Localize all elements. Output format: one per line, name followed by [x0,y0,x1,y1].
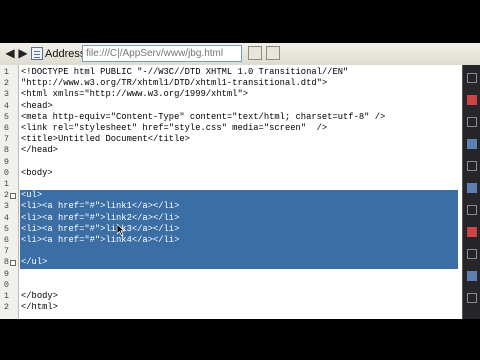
panel-icon[interactable] [467,293,477,303]
code-line[interactable]: </body> [20,291,462,302]
line-number: 0 [3,279,9,290]
line-number: 1 [3,67,9,77]
code-line[interactable] [20,157,462,168]
line-number: 5 [3,223,9,234]
code-line[interactable]: <head> [20,101,462,112]
code-line[interactable]: </head> [20,145,462,156]
code-line[interactable] [20,269,462,280]
document-icon [31,47,43,60]
line-number: 2 [3,190,9,201]
line-number: 3 [3,201,9,212]
line-number: 6 [3,235,9,245]
line-number: 6 [3,123,9,133]
panel-icon[interactable] [467,183,477,193]
code-lines[interactable]: <!DOCTYPE html PUBLIC "-//W3C//DTD XHTML… [20,65,462,319]
panel-icon[interactable] [467,117,477,127]
code-line[interactable]: <body> [20,168,462,179]
line-number: 5 [3,111,9,122]
code-line[interactable]: <link rel="stylesheet" href="style.css" … [20,123,462,134]
code-line[interactable] [20,179,462,190]
line-number: 3 [3,89,9,100]
line-number: 8 [3,145,9,156]
code-line[interactable]: </ul> [20,257,458,269]
dreamweaver-window: ◀ ▶ Address: file:///C|/AppServ/www/jbg.… [0,0,480,360]
line-number: 8 [3,257,9,268]
line-number: 4 [3,100,9,111]
back-arrow-icon[interactable]: ◀ [3,46,17,60]
panel-icon[interactable] [467,227,477,237]
right-panel [462,65,480,319]
code-line[interactable]: <li><a href="#">link3</a></li> [20,223,458,235]
panel-icon[interactable] [467,271,477,281]
view-options-icon[interactable] [248,46,262,60]
line-number: 7 [3,246,9,257]
code-line[interactable] [20,246,458,258]
code-line[interactable] [20,280,462,291]
visual-aids-icon[interactable] [266,46,280,60]
code-line[interactable]: "http://www.w3.org/TR/xhtml1/DTD/xhtml1-… [20,78,462,89]
line-number-gutter: 1234567890123456789012 [0,65,19,319]
panel-icon[interactable] [467,73,477,83]
line-number: 2 [3,302,9,313]
code-editor[interactable]: 1234567890123456789012 <!DOCTYPE html PU… [0,65,462,319]
panel-icon[interactable] [467,139,477,149]
line-number: 2 [3,78,9,89]
code-line[interactable]: <title>Untitled Document</title> [20,134,462,145]
code-fold-icon[interactable] [10,259,16,266]
code-line[interactable]: <li><a href="#">link2</a></li> [20,212,458,224]
address-input[interactable]: file:///C|/AppServ/www/jbg.html [82,45,242,62]
mouse-cursor-icon [117,224,125,236]
code-line[interactable]: <!DOCTYPE html PUBLIC "-//W3C//DTD XHTML… [20,67,462,78]
line-number: 7 [3,134,9,145]
line-number: 9 [3,268,9,279]
panel-icon[interactable] [467,249,477,259]
line-number: 1 [3,179,9,189]
code-line[interactable]: <li><a href="#">link4</a></li> [20,235,458,247]
line-number: 4 [3,212,9,223]
code-line[interactable]: <li><a href="#">link1</a></li> [20,201,458,213]
forward-arrow-icon[interactable]: ▶ [16,46,30,60]
panel-icon[interactable] [467,161,477,171]
code-line[interactable]: <meta http-equiv="Content-Type" content=… [20,112,462,123]
line-number: 1 [3,291,9,301]
code-line[interactable]: <html xmlns="http://www.w3.org/1999/xhtm… [20,89,462,100]
line-number: 0 [3,167,9,178]
code-line[interactable]: <ul> [20,190,458,202]
code-fold-icon[interactable] [10,192,16,199]
line-number: 9 [3,156,9,167]
panel-icon[interactable] [467,205,477,215]
code-line[interactable]: </html> [20,302,462,313]
panel-icon[interactable] [467,95,477,105]
address-bar: ◀ ▶ Address: file:///C|/AppServ/www/jbg.… [0,43,480,66]
